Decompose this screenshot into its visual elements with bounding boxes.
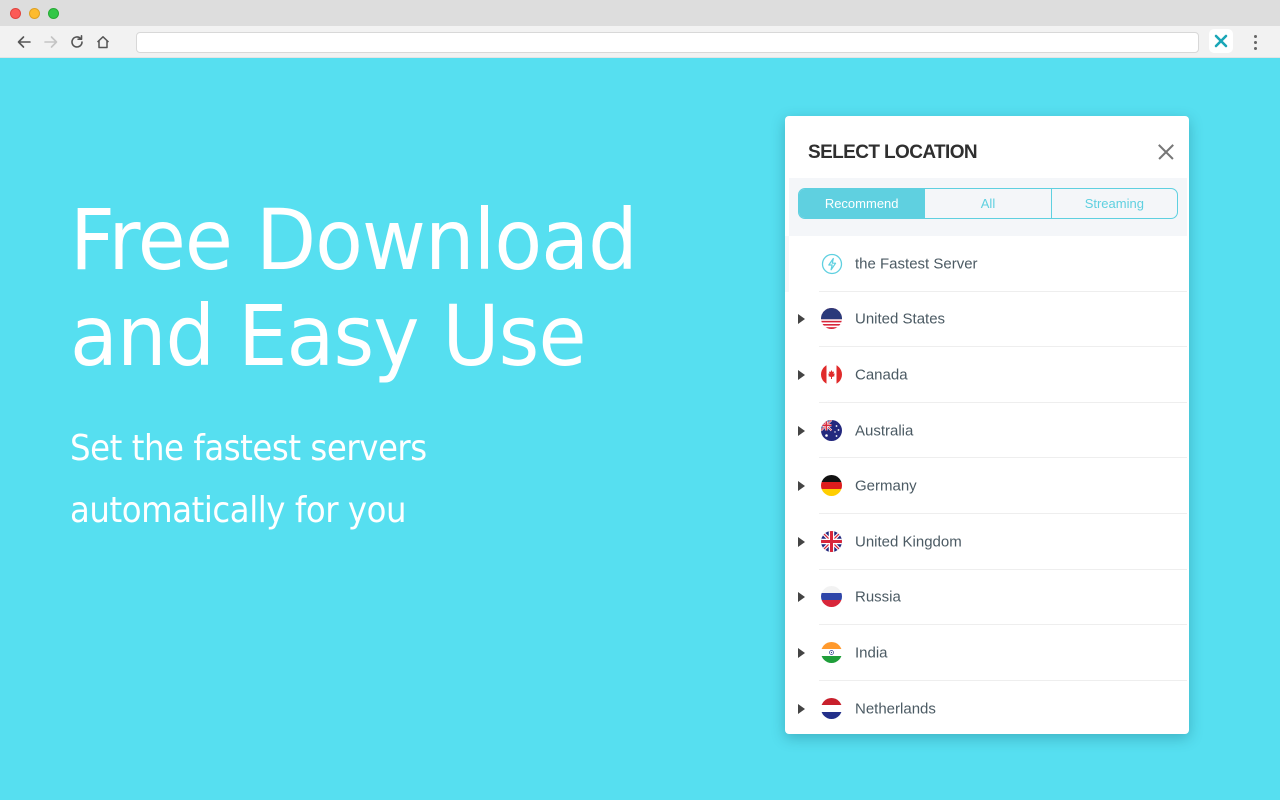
back-arrow-icon xyxy=(17,36,31,48)
expand-arrow-icon[interactable] xyxy=(798,481,805,492)
location-item-russia[interactable]: Russia xyxy=(785,570,1189,626)
kebab-menu-icon xyxy=(1253,34,1257,38)
fastest-server-label: the Fastest Server xyxy=(855,255,978,273)
expand-arrow-icon[interactable] xyxy=(798,647,805,658)
tab-streaming[interactable]: Streaming xyxy=(1050,189,1177,218)
location-item-canada[interactable]: Canada xyxy=(785,347,1189,403)
browser-toolbar xyxy=(0,26,1280,58)
location-item-united-kingdom[interactable]: United Kingdom xyxy=(785,514,1189,570)
ru-flag-icon xyxy=(821,586,842,608)
location-tabs-bar: Recommend All Streaming xyxy=(789,178,1187,236)
au-flag-icon xyxy=(821,419,842,441)
close-button[interactable] xyxy=(1155,141,1177,163)
reload-button[interactable] xyxy=(66,31,88,53)
select-location-panel: SELECT LOCATION Recommend All Streaming … xyxy=(785,116,1189,734)
location-label: Australia xyxy=(855,422,914,440)
location-tabs: Recommend All Streaming xyxy=(798,188,1178,219)
window-titlebar xyxy=(0,0,1280,26)
home-icon xyxy=(96,36,110,49)
browser-menu-button[interactable] xyxy=(1248,31,1262,53)
location-item-united-states[interactable]: United States xyxy=(785,292,1189,348)
de-flag-icon xyxy=(821,475,842,497)
hero-title-line-1: Free Download xyxy=(70,191,638,289)
location-item-netherlands[interactable]: Netherlands xyxy=(785,681,1189,734)
us-flag-icon xyxy=(821,308,842,330)
panel-title: SELECT LOCATION xyxy=(808,142,978,163)
address-bar[interactable] xyxy=(136,32,1199,53)
ca-flag-icon xyxy=(821,363,842,385)
minimize-window-button[interactable] xyxy=(29,8,40,19)
location-label: Russia xyxy=(855,588,901,606)
expand-arrow-icon[interactable] xyxy=(798,703,805,714)
extension-button[interactable] xyxy=(1209,29,1233,53)
location-label: United States xyxy=(855,310,946,328)
in-flag-icon xyxy=(821,641,842,663)
close-window-button[interactable] xyxy=(10,8,21,19)
nl-flag-icon xyxy=(821,697,842,719)
location-item-india[interactable]: India xyxy=(785,625,1189,681)
expand-arrow-icon[interactable] xyxy=(798,314,805,325)
expand-arrow-icon[interactable] xyxy=(798,592,805,603)
reload-icon xyxy=(71,35,83,48)
forward-button[interactable] xyxy=(40,31,62,53)
location-list: the Fastest Server United States Canada xyxy=(785,236,1189,734)
hero-section: Free Download and Easy Use Set the faste… xyxy=(70,192,680,542)
fastest-server-item[interactable]: the Fastest Server xyxy=(785,236,1189,292)
gb-flag-icon xyxy=(821,530,842,552)
back-button[interactable] xyxy=(13,31,35,53)
hero-subtitle-line-2: automatically for you xyxy=(70,490,407,531)
maximize-window-button[interactable] xyxy=(48,8,59,19)
location-label: India xyxy=(855,644,888,662)
forward-arrow-icon xyxy=(44,36,58,48)
x-vpn-extension-icon xyxy=(1214,34,1228,48)
tab-recommend[interactable]: Recommend xyxy=(799,189,925,218)
location-label: Netherlands xyxy=(855,700,936,718)
expand-arrow-icon[interactable] xyxy=(798,425,805,436)
hero-subtitle-line-1: Set the fastest servers xyxy=(70,428,427,469)
location-item-australia[interactable]: Australia xyxy=(785,403,1189,459)
expand-arrow-icon[interactable] xyxy=(798,536,805,547)
expand-arrow-icon[interactable] xyxy=(798,369,805,380)
location-item-germany[interactable]: Germany xyxy=(785,458,1189,514)
tab-all[interactable]: All xyxy=(924,189,1050,218)
location-label: Germany xyxy=(855,477,917,495)
home-button[interactable] xyxy=(92,31,114,53)
location-label: United Kingdom xyxy=(855,533,962,551)
hero-title-line-2: and Easy Use xyxy=(70,287,587,385)
lightning-bolt-icon xyxy=(821,253,843,274)
location-label: Canada xyxy=(855,366,908,384)
